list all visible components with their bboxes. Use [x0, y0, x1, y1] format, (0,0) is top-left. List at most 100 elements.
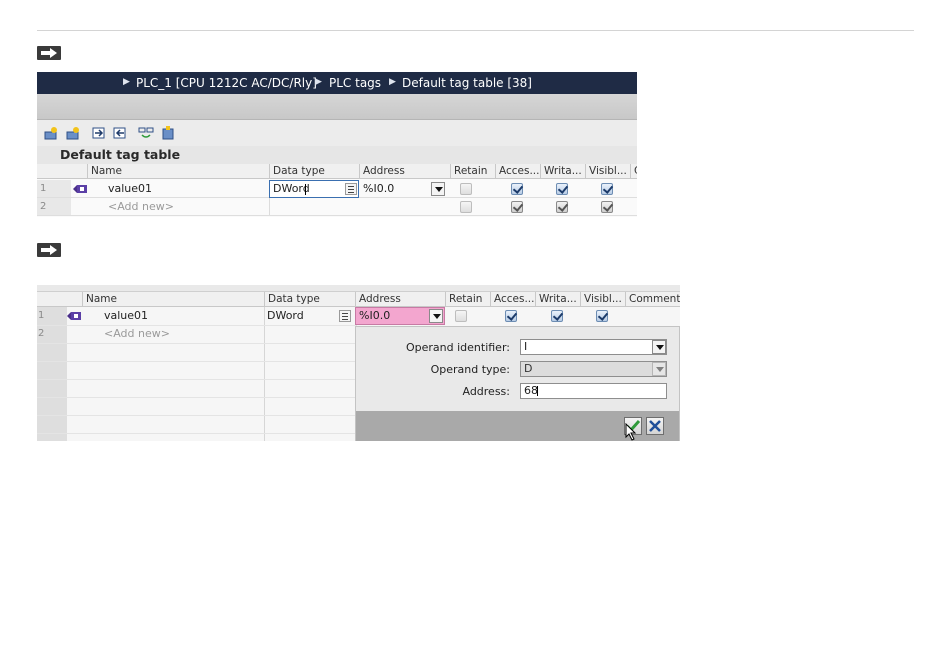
breadcrumb: ▶ PLC_1 [CPU 1212C AC/DC/Rly] ▶ PLC tags… [37, 72, 637, 94]
accessible-checkbox[interactable] [511, 201, 523, 213]
breadcrumb-item-plc[interactable]: PLC_1 [CPU 1212C AC/DC/Rly] [136, 76, 317, 90]
top-divider [37, 30, 914, 31]
table-row[interactable]: 2 <Add new> [37, 198, 637, 216]
row-number-header [37, 292, 67, 306]
row-divider [37, 379, 357, 380]
tag-input-icon [73, 185, 87, 193]
breadcrumb-item-tag-table[interactable]: Default tag table [38] [402, 76, 532, 90]
tag-name-cell[interactable]: value01 [108, 180, 152, 198]
operand-type-dropdown-button [652, 362, 666, 376]
writable-checkbox[interactable] [551, 310, 563, 322]
breadcrumb-item-plc-tags[interactable]: PLC tags [329, 76, 381, 90]
address-value: %I0.0 [359, 309, 391, 322]
column-header-data-type[interactable]: Data type [264, 292, 355, 306]
table-row[interactable]: 1 value01 DWord %I0.0 [37, 307, 680, 325]
row-divider [37, 415, 357, 416]
operand-identifier-value: I [524, 340, 528, 353]
export-icon[interactable] [91, 125, 107, 141]
address-cell[interactable]: %I0.0 [363, 180, 394, 198]
accessible-checkbox[interactable] [505, 310, 517, 322]
monitor-icon[interactable] [138, 125, 154, 141]
accessible-checkbox[interactable] [511, 183, 523, 195]
add-new-cell[interactable]: <Add new> [104, 325, 170, 343]
operand-identifier-dropdown-button[interactable] [652, 340, 666, 354]
column-header-comment[interactable]: Comment [625, 292, 680, 306]
column-header-retain[interactable]: Retain [450, 164, 495, 179]
column-header-visible[interactable]: Visibl... [580, 292, 625, 306]
column-header-comment[interactable]: C [630, 164, 637, 179]
visible-checkbox[interactable] [601, 183, 613, 195]
address-input[interactable]: %I0.0 [355, 307, 445, 325]
address-field[interactable]: 68 [520, 383, 667, 399]
operand-type-label: Operand type: [430, 363, 510, 376]
address-popup: Operand identifier: I Operand type: D Ad… [355, 326, 680, 441]
row-divider [37, 397, 357, 398]
table-row[interactable]: 2 <Add new> [37, 325, 357, 343]
column-header-visible[interactable]: Visibl... [585, 164, 630, 179]
close-icon [649, 420, 661, 432]
table-title: Default tag table [60, 147, 181, 162]
text-cursor [537, 386, 538, 396]
operand-type-select: D [520, 361, 667, 377]
column-divider [269, 198, 270, 215]
column-header-accessible[interactable]: Acces... [490, 292, 535, 306]
row-number: 1 [38, 310, 45, 321]
column-header-name[interactable]: Name [82, 292, 265, 306]
address-dropdown-button[interactable] [431, 182, 445, 196]
add-tag-icon[interactable] [43, 125, 59, 141]
add-new-cell[interactable]: <Add new> [108, 198, 174, 216]
row-divider [37, 343, 357, 344]
import-icon[interactable] [112, 125, 128, 141]
retain-checkbox[interactable] [455, 310, 467, 322]
triangle-right-icon: ▶ [389, 77, 396, 87]
table-row[interactable]: 1 value01 DWord %I0.0 [37, 180, 637, 198]
column-header-retain[interactable]: Retain [445, 292, 490, 306]
row-divider [37, 433, 357, 434]
table-header: Name Data type Address Retain Acces... W… [37, 164, 637, 179]
cancel-button[interactable] [646, 417, 664, 435]
tag-table-screenshot-2: Name Data type Address Retain Acces... W… [37, 285, 680, 441]
tag-table-screenshot-1: ▶ PLC_1 [CPU 1212C AC/DC/Rly] ▶ PLC tags… [37, 72, 637, 217]
arrow-right-icon [37, 46, 61, 60]
address-field-value: 68 [524, 384, 538, 397]
row-number: 1 [37, 180, 71, 197]
column-header-name[interactable]: Name [87, 164, 270, 179]
column-header-address[interactable]: Address [355, 292, 445, 306]
address-label: Address: [462, 385, 510, 398]
data-type-cell[interactable]: DWord [267, 307, 304, 325]
table-header: Name Data type Address Retain Acces... W… [37, 291, 680, 307]
triangle-right-icon: ▶ [315, 77, 322, 87]
data-type-list-button[interactable] [345, 183, 357, 195]
data-type-list-button[interactable] [339, 310, 351, 322]
retain-checkbox[interactable] [460, 201, 472, 213]
tag-table: Name Data type Address Retain Acces... W… [37, 164, 637, 217]
insert-row-icon[interactable] [65, 125, 81, 141]
column-header-writable[interactable]: Writa... [535, 292, 580, 306]
writable-checkbox[interactable] [556, 201, 568, 213]
arrow-right-icon [37, 243, 61, 257]
operand-type-value: D [524, 362, 533, 375]
row-divider [37, 361, 357, 362]
address-dropdown-button[interactable] [429, 309, 443, 323]
popup-footer [356, 411, 679, 441]
settings-icon[interactable] [160, 125, 176, 141]
row-number-header [37, 164, 71, 179]
header-strip [37, 94, 637, 120]
operand-identifier-label: Operand identifier: [405, 341, 510, 354]
toolbar [37, 120, 637, 146]
data-type-input[interactable]: DWord [269, 180, 359, 198]
row-number: 2 [37, 198, 71, 215]
column-header-writable[interactable]: Writa... [540, 164, 585, 179]
retain-checkbox[interactable] [460, 183, 472, 195]
column-header-data-type[interactable]: Data type [269, 164, 359, 179]
tag-input-icon [67, 312, 81, 320]
visible-checkbox[interactable] [596, 310, 608, 322]
mouse-pointer-icon [625, 423, 637, 441]
operand-identifier-select[interactable]: I [520, 339, 667, 355]
tag-name-cell[interactable]: value01 [104, 307, 148, 325]
column-header-address[interactable]: Address [359, 164, 450, 179]
visible-checkbox[interactable] [601, 201, 613, 213]
writable-checkbox[interactable] [556, 183, 568, 195]
column-header-accessible[interactable]: Acces... [495, 164, 540, 179]
row-number: 2 [38, 328, 45, 339]
